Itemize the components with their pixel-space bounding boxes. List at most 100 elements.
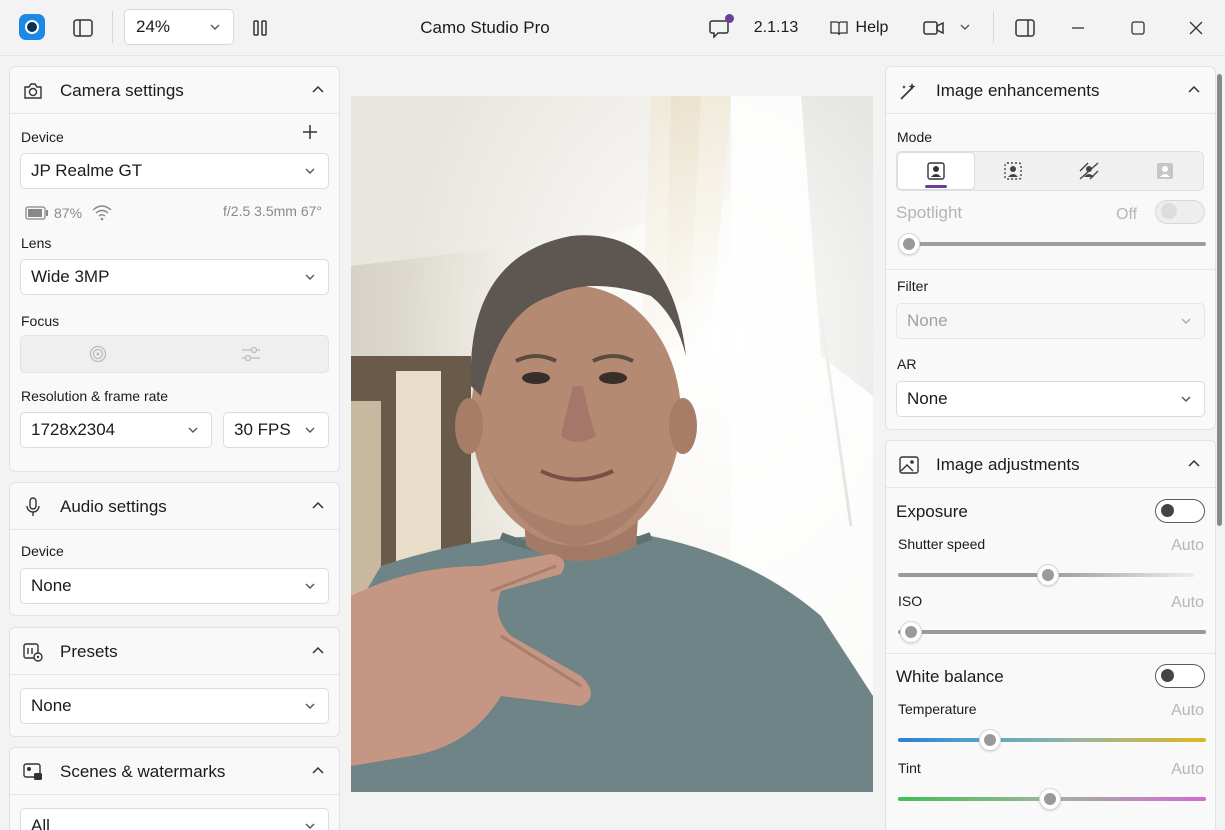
title-bar: 24% Camo Studio Pro 2.1.13 Help xyxy=(0,0,1225,56)
app-title: Camo Studio Pro xyxy=(420,18,550,37)
audio-device-select[interactable]: None xyxy=(20,568,329,604)
tint-label: Tint xyxy=(898,760,921,776)
battery-icon xyxy=(25,206,48,220)
chevron-down-icon xyxy=(305,583,315,589)
help-label: Help xyxy=(855,19,889,36)
scenes-header[interactable]: Scenes & watermarks xyxy=(10,748,339,795)
temperature-label: Temperature xyxy=(898,701,977,717)
temperature-value: Auto xyxy=(1171,702,1204,719)
spotlight-slider-thumb[interactable] xyxy=(898,233,920,255)
iso-value: Auto xyxy=(1171,594,1204,611)
maximize-icon[interactable] xyxy=(1122,12,1154,44)
presets-select[interactable]: None xyxy=(20,688,329,724)
camera-settings-panel: Camera settings Device JP Realme GT 87% … xyxy=(9,66,340,472)
wifi-icon xyxy=(92,205,112,221)
iso-slider-track xyxy=(898,630,1206,634)
tint-slider-thumb[interactable] xyxy=(1039,788,1061,810)
microphone-icon xyxy=(26,497,40,516)
chevron-up-icon[interactable] xyxy=(311,83,325,97)
audio-settings-panel: Audio settings Device None xyxy=(9,482,340,616)
filter-value: None xyxy=(907,311,948,330)
chevron-up-icon[interactable] xyxy=(1187,83,1201,97)
audio-device-label: Device xyxy=(21,543,64,559)
camera-icon xyxy=(24,83,42,99)
add-device-icon[interactable] xyxy=(301,123,321,143)
mode-portrait-button[interactable] xyxy=(897,152,975,190)
mode-remove-background-button[interactable] xyxy=(1051,152,1127,190)
temperature-slider-thumb[interactable] xyxy=(979,729,1001,751)
autofocus-icon xyxy=(21,336,175,372)
image-adjustments-panel: Image adjustments Exposure Shutter speed… xyxy=(885,440,1216,830)
image-adjustments-title: Image adjustments xyxy=(936,455,1080,474)
exposure-toggle[interactable] xyxy=(1155,499,1205,523)
chevron-down-icon xyxy=(1181,318,1191,324)
spotlight-slider-track xyxy=(898,242,1206,246)
remove-background-icon xyxy=(1079,162,1099,180)
zoom-value: 24% xyxy=(136,17,171,36)
feedback-icon[interactable] xyxy=(704,12,736,44)
filter-label: Filter xyxy=(897,278,929,294)
image-enhancements-header[interactable]: Image enhancements xyxy=(886,67,1215,114)
sidebar-toggle-icon[interactable] xyxy=(67,12,99,44)
image-enhancements-title: Image enhancements xyxy=(936,81,1100,100)
manual-focus-icon xyxy=(175,336,329,372)
spotlight-label: Spotlight xyxy=(896,203,963,222)
white-balance-toggle[interactable] xyxy=(1155,664,1205,688)
scenes-icon xyxy=(23,763,42,780)
camera-source-dropdown-icon[interactable] xyxy=(958,20,972,34)
chevron-down-icon xyxy=(1181,396,1191,402)
shutter-speed-slider-thumb[interactable] xyxy=(1037,564,1059,586)
fps-select[interactable]: 30 FPS xyxy=(223,412,329,448)
device-select[interactable]: JP Realme GT xyxy=(20,153,329,189)
magic-wand-icon xyxy=(900,83,916,100)
replace-background-icon xyxy=(1157,163,1173,179)
iso-label: ISO xyxy=(898,593,923,609)
camera-feed-image xyxy=(351,96,873,792)
right-panel-scrollbar[interactable] xyxy=(1217,74,1222,526)
device-value: JP Realme GT xyxy=(31,161,143,180)
camera-source-icon[interactable] xyxy=(918,12,950,44)
book-icon xyxy=(829,21,848,36)
white-balance-label: White balance xyxy=(896,667,1004,686)
lens-info: f/2.5 3.5mm 67° xyxy=(223,203,322,219)
shutter-speed-value: Auto xyxy=(1171,537,1204,554)
iso-slider-thumb[interactable] xyxy=(900,621,922,643)
mode-replace-background-button[interactable] xyxy=(1127,152,1203,190)
ar-label: AR xyxy=(897,356,917,372)
temperature-slider-track xyxy=(898,738,1206,742)
chevron-down-icon xyxy=(305,823,315,829)
scenes-panel: Scenes & watermarks All xyxy=(9,747,340,830)
panel-toggle-icon[interactable] xyxy=(1009,12,1041,44)
presets-header[interactable]: Presets xyxy=(10,628,339,675)
image-adjustments-header[interactable]: Image adjustments xyxy=(886,441,1215,488)
chevron-down-icon xyxy=(305,168,315,174)
chevron-up-icon[interactable] xyxy=(1187,457,1201,471)
ar-select[interactable]: None xyxy=(896,381,1205,417)
scenes-select[interactable]: All xyxy=(20,808,329,830)
filter-select[interactable]: None xyxy=(896,303,1205,339)
resolution-select[interactable]: 1728x2304 xyxy=(20,412,212,448)
camera-settings-header[interactable]: Camera settings xyxy=(10,67,339,114)
image-enhancements-panel: Image enhancements Mode Spotlight Off Fi… xyxy=(885,66,1216,430)
audio-settings-header[interactable]: Audio settings xyxy=(10,483,339,530)
pause-icon[interactable] xyxy=(244,12,276,44)
lens-select[interactable]: Wide 3MP xyxy=(20,259,329,295)
mode-blur-button[interactable] xyxy=(975,152,1051,190)
camera-preview[interactable] xyxy=(351,96,873,792)
presets-panel: Presets None xyxy=(9,627,340,737)
chevron-up-icon[interactable] xyxy=(311,764,325,778)
version-label: 2.1.13 xyxy=(753,19,799,36)
help-button[interactable]: Help xyxy=(826,14,892,42)
zoom-select[interactable]: 24% xyxy=(124,9,234,45)
scenes-value: All xyxy=(31,816,50,830)
close-icon[interactable] xyxy=(1180,12,1212,44)
chevron-up-icon[interactable] xyxy=(311,499,325,513)
chevron-down-icon xyxy=(305,274,315,280)
minimize-icon[interactable] xyxy=(1062,12,1094,44)
chevron-down-icon xyxy=(305,703,315,709)
device-label: Device xyxy=(21,129,64,145)
lens-value: Wide 3MP xyxy=(31,267,110,286)
chevron-up-icon[interactable] xyxy=(311,644,325,658)
spotlight-state: Off xyxy=(1116,206,1138,223)
spotlight-toggle[interactable] xyxy=(1155,200,1205,224)
